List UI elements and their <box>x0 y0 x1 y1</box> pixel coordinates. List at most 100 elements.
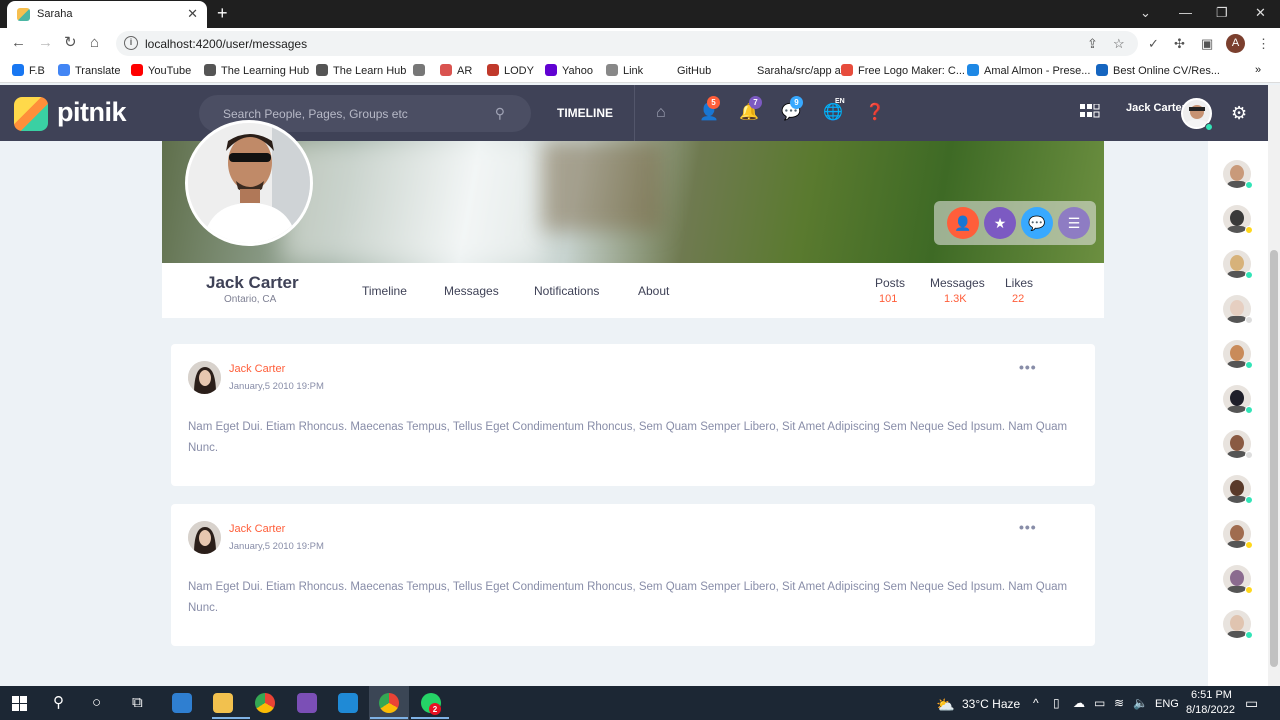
bookmark-item[interactable]: The Learn Hub <box>316 64 406 77</box>
friends-sidebar <box>1208 141 1268 686</box>
file-explorer-icon[interactable] <box>213 693 233 713</box>
task-view-icon[interactable]: ⧉ <box>132 694 143 712</box>
onedrive-cloud-icon[interactable]: ☁ <box>1073 696 1085 710</box>
battery-icon[interactable]: ▭ <box>1094 696 1105 710</box>
bookmark-item[interactable]: Yahoo <box>545 64 593 77</box>
scrollbar-thumb[interactable] <box>1270 250 1278 667</box>
post-author-name[interactable]: Jack Carter <box>229 363 285 375</box>
stat-messages-value: 1.3K <box>944 293 967 305</box>
more-bookmarks-icon[interactable]: » <box>1255 64 1261 76</box>
bookmark-item[interactable]: Free Logo Maker: C... <box>841 64 965 77</box>
url-text: localhost:4200/user/messages <box>145 37 308 51</box>
running-indicator <box>370 717 408 719</box>
settings-gear-icon[interactable]: ⚙ <box>1231 104 1247 122</box>
add-friend-button[interactable]: 👤 <box>947 207 979 239</box>
reload-button[interactable]: ↻ <box>64 35 77 51</box>
bookmark-item[interactable]: Saraha/src/app at... <box>740 64 853 77</box>
post-date: January,5 2010 19:PM <box>229 541 324 552</box>
stat-messages-label[interactable]: Messages <box>930 276 985 290</box>
visual-studio-icon[interactable] <box>297 693 317 713</box>
input-language[interactable]: ENG <box>1155 698 1179 710</box>
bookmark-favicon-icon <box>12 64 24 76</box>
home-icon[interactable]: ⌂ <box>656 104 666 122</box>
header-user-name[interactable]: Jack Carter <box>1126 102 1186 114</box>
clock-date[interactable]: 8/18/2022 <box>1186 704 1235 716</box>
mail-app-icon[interactable] <box>172 693 192 713</box>
post-date: January,5 2010 19:PM <box>229 381 324 392</box>
favorite-star-button[interactable]: ★ <box>984 207 1016 239</box>
post-author-avatar[interactable] <box>188 521 221 554</box>
more-options-icon[interactable]: ••• <box>1019 519 1037 535</box>
bookmark-item[interactable]: LODY <box>487 64 534 77</box>
volume-icon[interactable]: 🔈 <box>1133 696 1148 710</box>
bookmark-item[interactable]: Best Online CV/Res... <box>1096 64 1220 77</box>
tray-icon[interactable]: ▯ <box>1053 696 1060 710</box>
profile-avatar-large[interactable] <box>185 120 313 246</box>
tab-messages[interactable]: Messages <box>444 284 499 298</box>
close-tab-icon[interactable]: ✕ <box>187 6 198 22</box>
wifi-icon[interactable]: ≋ <box>1114 696 1124 710</box>
close-window-button[interactable]: ✕ <box>1255 5 1266 21</box>
pitnik-logo-text[interactable]: pitnik <box>57 97 127 128</box>
weather-icon[interactable]: ⛅ <box>936 696 955 714</box>
bookmark-item[interactable]: Translate <box>58 64 120 77</box>
apps-grid-icon[interactable] <box>1080 104 1102 120</box>
bookmark-item[interactable]: F.B <box>12 64 45 77</box>
bookmark-label: Free Logo Maker: C... <box>858 65 965 77</box>
vscode-icon[interactable] <box>338 693 358 713</box>
side-panel-icon[interactable]: ▣ <box>1201 36 1213 52</box>
extensions-puzzle-icon[interactable]: ✣ <box>1174 36 1185 52</box>
bookmark-item[interactable]: YouTube <box>131 64 191 77</box>
new-tab-button[interactable]: + <box>217 4 228 22</box>
post-author-avatar[interactable] <box>188 361 221 394</box>
tab-search-icon[interactable]: ⌄ <box>1140 5 1151 21</box>
tab-notifications[interactable]: Notifications <box>534 284 599 298</box>
maximize-button[interactable]: ❐ <box>1216 5 1228 21</box>
bookmark-item[interactable] <box>413 64 430 77</box>
pitnik-logo-icon[interactable] <box>14 97 48 131</box>
bookmark-item[interactable]: Link <box>606 64 643 77</box>
clock-time[interactable]: 6:51 PM <box>1191 689 1232 701</box>
windows-start-icon[interactable] <box>12 696 27 711</box>
cortana-icon[interactable]: ○ <box>92 694 101 712</box>
back-button[interactable]: ← <box>11 35 26 51</box>
tab-about[interactable]: About <box>638 284 669 298</box>
share-icon[interactable]: ⇪ <box>1087 36 1098 52</box>
stat-likes-label[interactable]: Likes <box>1005 276 1033 290</box>
browser-tab[interactable]: Saraha ✕ <box>7 1 207 28</box>
bookmark-item[interactable]: GitHub <box>660 64 711 77</box>
page-scrollbar[interactable] <box>1268 85 1280 686</box>
timeline-nav-link[interactable]: TIMELINE <box>557 106 613 120</box>
more-options-icon[interactable]: ••• <box>1019 359 1037 375</box>
running-indicator <box>411 717 449 719</box>
send-message-button[interactable]: 💬 <box>1021 207 1053 239</box>
site-info-icon[interactable]: i <box>124 36 138 50</box>
search-icon[interactable]: ⚲ <box>53 694 64 712</box>
stat-posts-value: 101 <box>879 293 898 305</box>
chrome-app-icon[interactable] <box>255 693 275 713</box>
help-question-icon[interactable]: ❓ <box>865 104 885 122</box>
check-extension-icon[interactable]: ✓ <box>1148 36 1159 52</box>
language-globe-icon[interactable]: 🌐 <box>823 104 843 122</box>
profile-avatar[interactable]: A <box>1226 34 1245 53</box>
chrome-active-app-icon[interactable] <box>379 693 399 713</box>
minimize-button[interactable]: — <box>1179 5 1192 21</box>
notification-center-icon[interactable]: ▭ <box>1245 695 1258 712</box>
weather-text[interactable]: 33°C Haze <box>962 697 1020 711</box>
bookmark-star-icon[interactable]: ☆ <box>1113 36 1125 52</box>
message-card: Jack Carter January,5 2010 19:PM ••• Nam… <box>171 344 1095 486</box>
bookmark-item[interactable]: AR <box>440 64 472 77</box>
post-author-name[interactable]: Jack Carter <box>229 523 285 535</box>
bookmark-favicon-icon <box>740 64 752 76</box>
bookmark-item[interactable]: Amal Almon - Prese... <box>967 64 1090 77</box>
search-icon[interactable]: ⚲ <box>495 105 505 122</box>
forward-button[interactable]: → <box>38 35 53 51</box>
show-hidden-icons-chevron[interactable]: ^ <box>1033 696 1039 710</box>
profile-settings-button[interactable]: ☰ <box>1058 207 1090 239</box>
home-button[interactable]: ⌂ <box>90 35 99 51</box>
stat-posts-label[interactable]: Posts <box>875 276 905 290</box>
address-bar[interactable]: i localhost:4200/user/messages ⇪ ☆ <box>116 31 1138 56</box>
menu-kebab-icon[interactable]: ⋮ <box>1257 36 1270 52</box>
tab-timeline[interactable]: Timeline <box>362 284 407 298</box>
bookmark-item[interactable]: The Learning Hub <box>204 64 309 77</box>
